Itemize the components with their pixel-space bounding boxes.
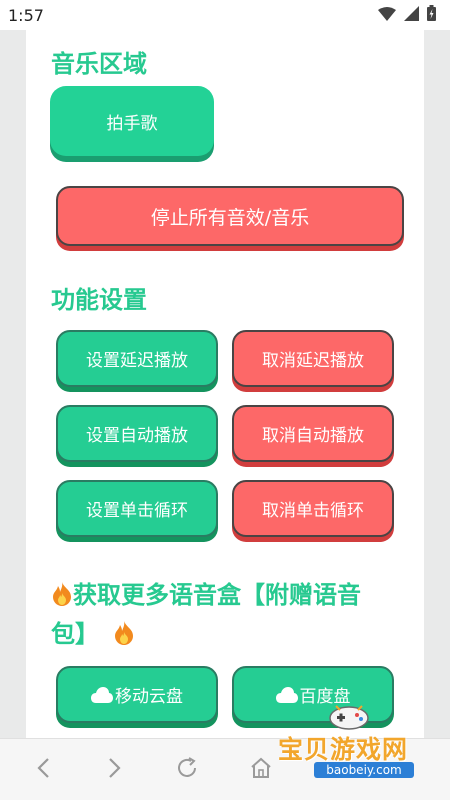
watermark-logo: 宝贝游戏网 baobeiy.com bbox=[278, 700, 428, 782]
cancel-loop-button[interactable]: 取消单击循环 bbox=[232, 480, 394, 537]
back-button[interactable] bbox=[28, 755, 58, 785]
set-delay-button[interactable]: 设置延迟播放 bbox=[56, 330, 218, 387]
clap-song-button[interactable]: 拍手歌 bbox=[50, 86, 214, 156]
home-icon bbox=[249, 756, 273, 784]
battery-icon bbox=[427, 5, 436, 25]
status-time: 1:57 bbox=[8, 5, 44, 25]
main-card: 音乐区域 拍手歌 停止所有音效/音乐 功能设置 设置延迟播放 取消延迟播放 设置… bbox=[26, 30, 424, 738]
mobile-cloud-button[interactable]: 移动云盘 bbox=[56, 666, 218, 723]
forward-icon bbox=[108, 757, 122, 783]
section-title-more: 获取更多语音盒【附赠语音 包】 bbox=[51, 577, 411, 655]
status-bar: 1:57 bbox=[0, 0, 450, 30]
wifi-icon bbox=[378, 6, 396, 25]
signal-icon bbox=[404, 5, 419, 25]
home-button[interactable] bbox=[246, 755, 276, 785]
status-icons bbox=[378, 5, 436, 25]
section-title-more-line1: 获取更多语音盒【附赠语音 bbox=[73, 581, 361, 609]
fire-icon bbox=[113, 619, 135, 655]
cancel-delay-button[interactable]: 取消延迟播放 bbox=[232, 330, 394, 387]
back-icon bbox=[36, 757, 50, 783]
refresh-icon bbox=[175, 756, 199, 784]
fire-icon bbox=[51, 580, 73, 616]
forward-button[interactable] bbox=[100, 755, 130, 785]
cloud-icon bbox=[91, 686, 113, 703]
set-auto-button[interactable]: 设置自动播放 bbox=[56, 405, 218, 462]
set-loop-button[interactable]: 设置单击循环 bbox=[56, 480, 218, 537]
watermark-url: baobeiy.com bbox=[314, 762, 414, 778]
refresh-button[interactable] bbox=[172, 755, 202, 785]
watermark-brand: 宝贝游戏网 bbox=[278, 735, 409, 764]
section-title-settings: 功能设置 bbox=[51, 286, 147, 314]
mobile-cloud-label: 移动云盘 bbox=[115, 687, 183, 707]
section-title-more-line2: 包】 bbox=[51, 620, 99, 648]
section-title-music: 音乐区域 bbox=[51, 50, 147, 78]
stop-all-button[interactable]: 停止所有音效/音乐 bbox=[56, 186, 404, 246]
cancel-auto-button[interactable]: 取消自动播放 bbox=[232, 405, 394, 462]
